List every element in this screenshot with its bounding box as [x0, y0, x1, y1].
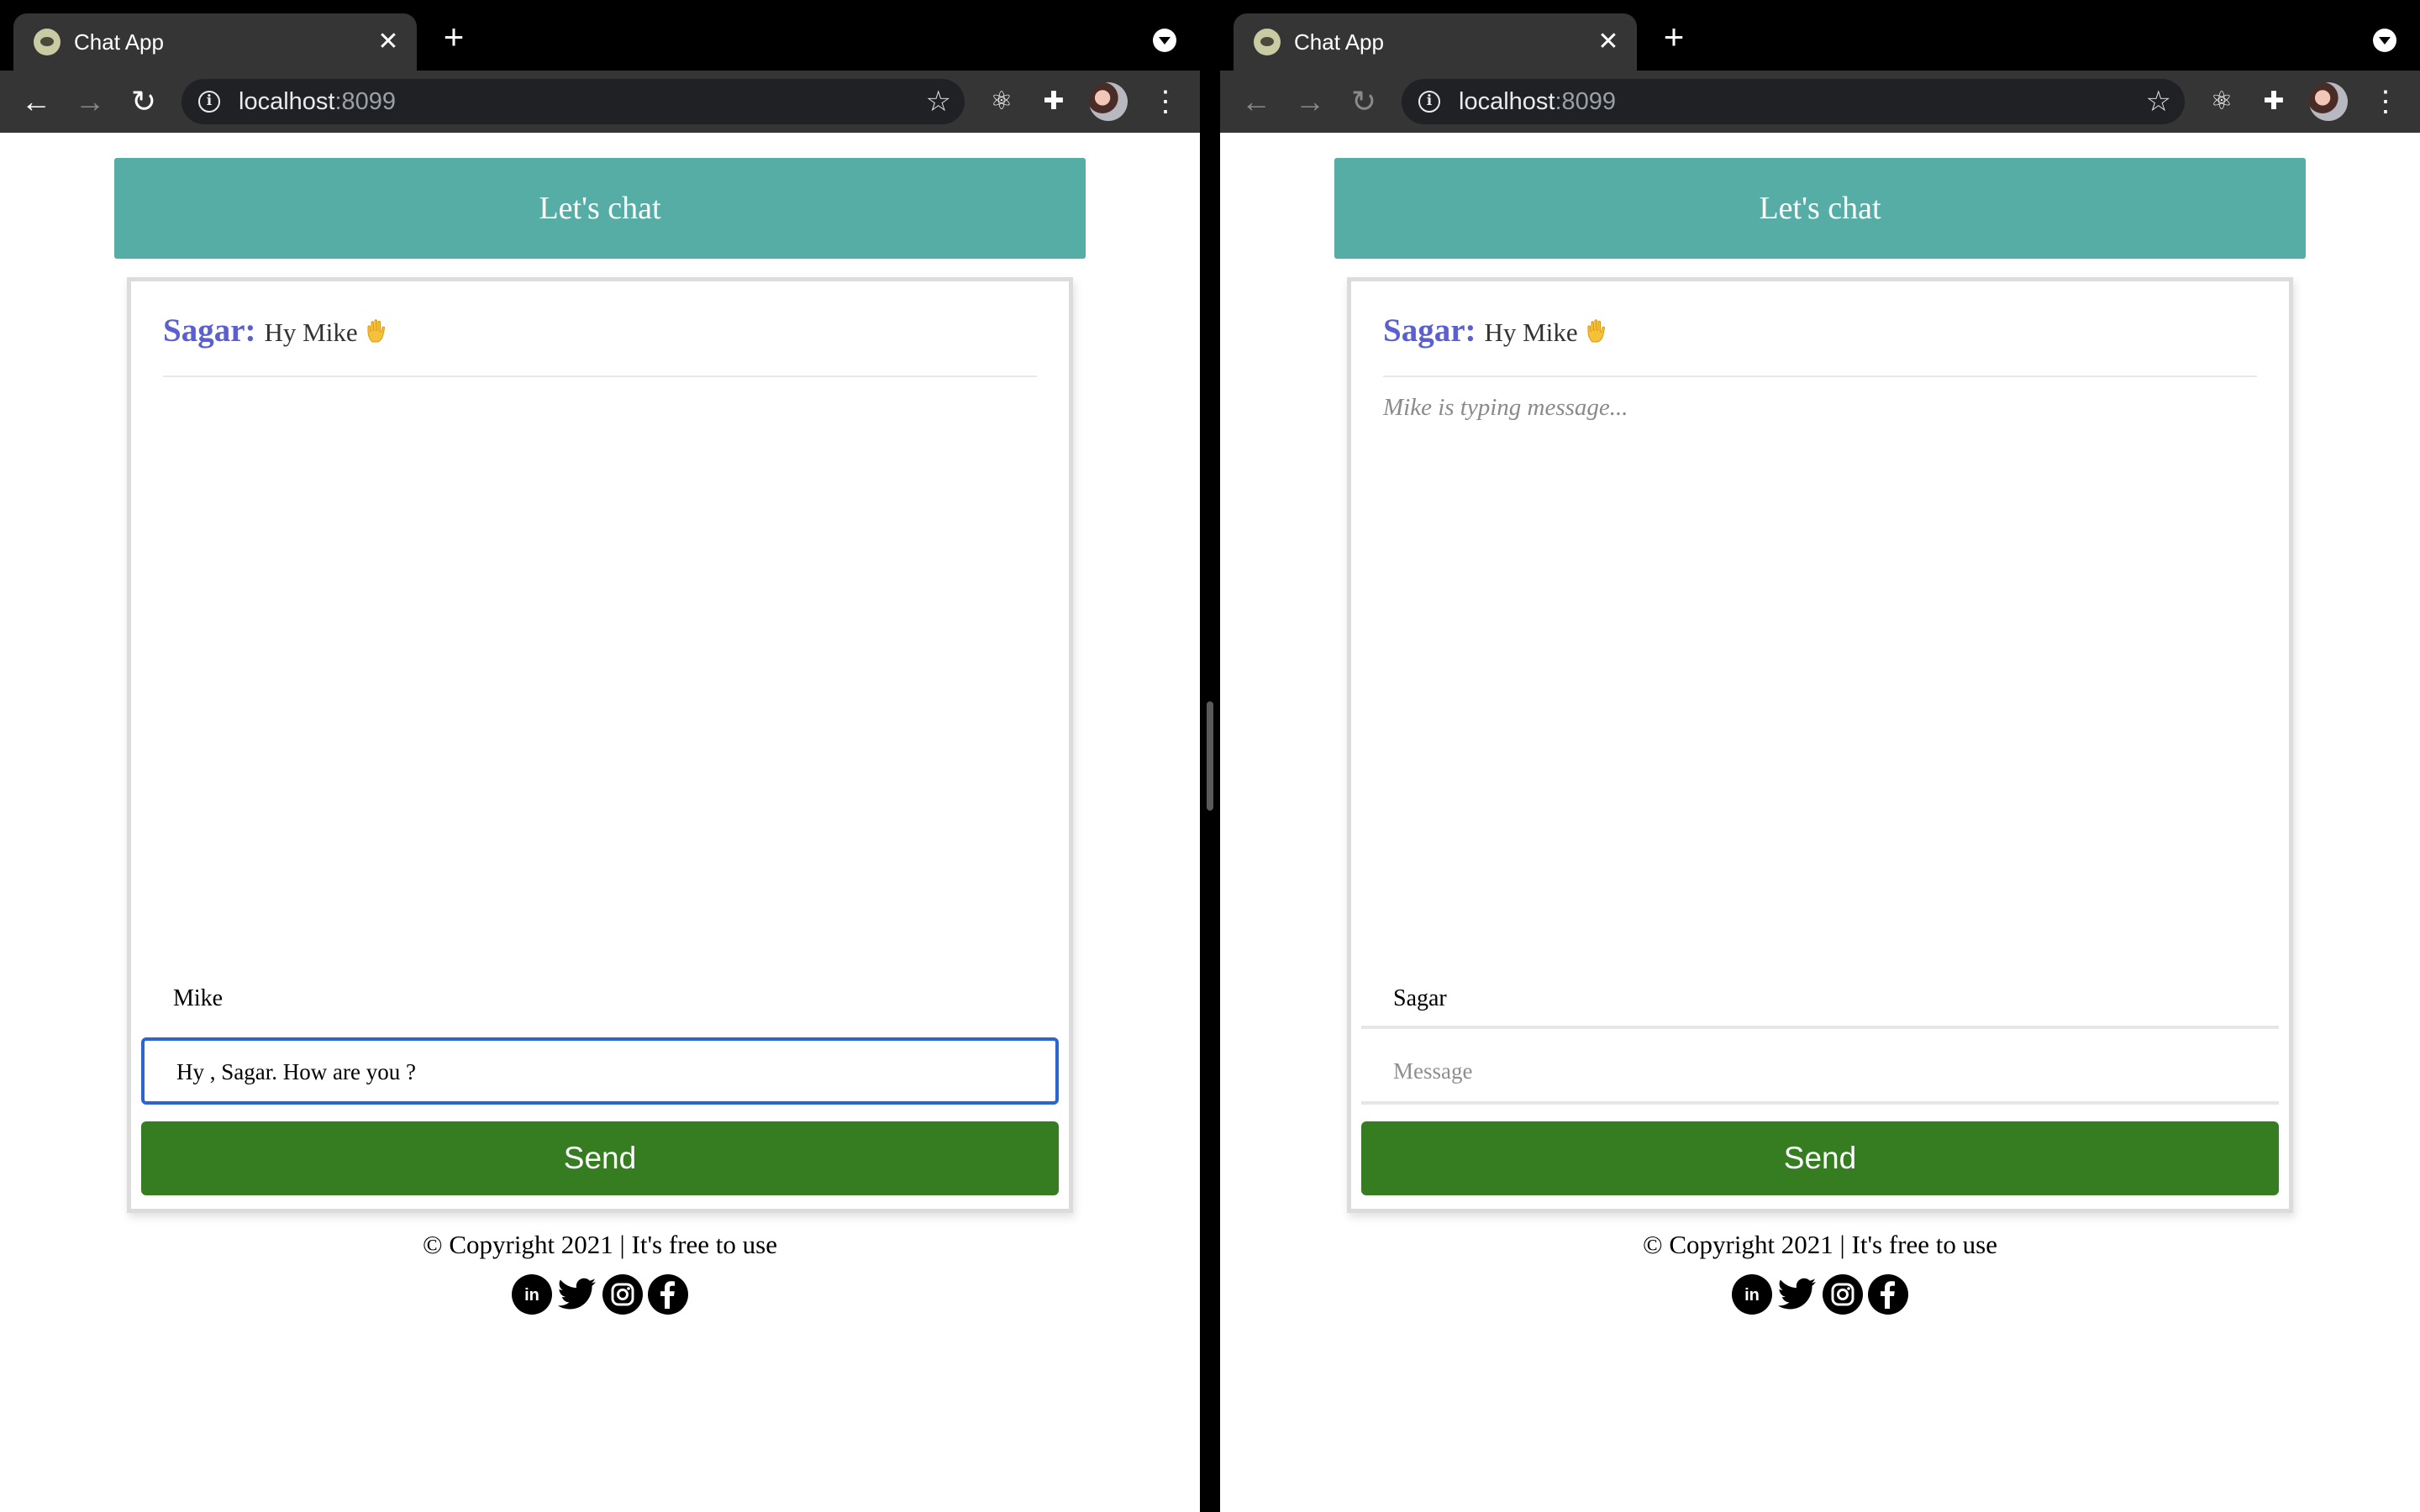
instagram-icon[interactable] — [602, 1273, 644, 1315]
chat-message: Sagar: Hy Mike — [1383, 312, 1610, 349]
linkedin-icon[interactable]: in — [1731, 1273, 1773, 1315]
site-info-icon[interactable]: i — [198, 91, 220, 113]
forward-arrow-icon[interactable]: → — [1289, 81, 1331, 123]
tab-title: Chat App — [74, 29, 164, 55]
facebook-icon[interactable] — [1867, 1273, 1909, 1315]
close-tab-icon[interactable]: ✕ — [371, 25, 405, 59]
browser-toolbar: ← → ↻ i localhost:8099 ☆ ⚛ ✚ ⋮ — [0, 71, 1200, 133]
profile-avatar[interactable] — [1089, 82, 1128, 121]
address-bar[interactable]: i localhost:8099 ☆ — [182, 79, 965, 124]
name-input[interactable]: Sagar — [1361, 969, 2279, 1029]
browser-tab[interactable]: Chat App ✕ — [1234, 13, 1637, 71]
url-port: :8099 — [334, 88, 397, 115]
chat-header: Let's chat — [114, 158, 1086, 259]
tab-title: Chat App — [1294, 29, 1384, 55]
chat-favicon-icon — [34, 29, 60, 55]
browser-menu-icon[interactable]: ⋮ — [2371, 82, 2400, 121]
url-host: localhost — [239, 88, 335, 115]
tab-strip: Chat App ✕ + — [1220, 0, 2420, 71]
tab-search-icon[interactable] — [1153, 29, 1176, 52]
bookmark-star-icon[interactable]: ☆ — [2146, 85, 2171, 118]
url-host: localhost — [1459, 88, 1555, 115]
extensions-puzzle-icon[interactable]: ✚ — [2255, 82, 2292, 121]
name-input[interactable]: Mike — [141, 969, 1059, 1029]
raised-hand-icon — [1587, 319, 1605, 343]
chat-message: Sagar: Hy Mike — [163, 312, 390, 349]
message-divider — [1383, 375, 2257, 377]
send-button[interactable]: Send — [141, 1121, 1059, 1195]
footer-copyright: © Copyright 2021 | It's free to use — [1643, 1230, 1997, 1259]
profile-avatar[interactable] — [2309, 82, 2348, 121]
url-text: localhost:8099 — [1459, 87, 1616, 116]
chat-card: Sagar: Hy Mike Mike Hy , Sagar. How are … — [127, 277, 1073, 1213]
message-input[interactable]: Message — [1361, 1037, 2279, 1105]
message-username: Sagar: — [163, 312, 256, 349]
split-resize-handle[interactable] — [1207, 701, 1213, 811]
extensions-puzzle-icon[interactable]: ✚ — [1035, 82, 1072, 121]
typing-indicator: Mike is typing message... — [1383, 394, 1628, 421]
chat-card: Sagar: Hy Mike Mike is typing message...… — [1347, 277, 2293, 1213]
chat-page: Let's chat Sagar: Hy Mike Mike Hy , Saga… — [0, 133, 1200, 1512]
page-title: Let's chat — [1759, 191, 1881, 226]
url-port: :8099 — [1555, 88, 1617, 115]
twitter-icon[interactable] — [1776, 1273, 1818, 1315]
facebook-icon[interactable] — [647, 1273, 689, 1315]
reload-icon[interactable]: ↻ — [1343, 81, 1385, 123]
back-arrow-icon[interactable]: ← — [15, 81, 57, 123]
social-links: in — [0, 1273, 1200, 1315]
footer-copyright: © Copyright 2021 | It's free to use — [423, 1230, 777, 1259]
react-devtools-icon[interactable]: ⚛ — [2203, 82, 2240, 121]
url-text: localhost:8099 — [239, 87, 396, 116]
message-input[interactable]: Hy , Sagar. How are you ? — [141, 1037, 1059, 1105]
instagram-icon[interactable] — [1822, 1273, 1864, 1315]
browser-tab[interactable]: Chat App ✕ — [13, 13, 417, 71]
new-tab-button[interactable]: + — [435, 19, 472, 57]
svg-text:in: in — [524, 1286, 539, 1305]
linkedin-icon[interactable]: in — [511, 1273, 553, 1315]
twitter-icon[interactable] — [556, 1273, 598, 1315]
close-tab-icon[interactable]: ✕ — [1591, 25, 1625, 59]
browser-window-left: Chat App ✕ + ← → ↻ i localhost:8099 ☆ ⚛ … — [0, 0, 1200, 1512]
browser-menu-icon[interactable]: ⋮ — [1151, 82, 1180, 121]
forward-arrow-icon[interactable]: → — [69, 81, 111, 123]
react-devtools-icon[interactable]: ⚛ — [983, 82, 1020, 121]
address-bar[interactable]: i localhost:8099 ☆ — [1402, 79, 2185, 124]
svg-text:in: in — [1744, 1286, 1760, 1305]
send-button[interactable]: Send — [1361, 1121, 2279, 1195]
chat-favicon-icon — [1254, 29, 1281, 55]
site-info-icon[interactable]: i — [1418, 91, 1440, 113]
chat-page: Let's chat Sagar: Hy Mike Mike is typing… — [1220, 133, 2420, 1512]
new-tab-button[interactable]: + — [1655, 19, 1692, 57]
tab-strip: Chat App ✕ + — [0, 0, 1200, 71]
back-arrow-icon[interactable]: ← — [1235, 81, 1277, 123]
social-links: in — [1220, 1273, 2420, 1315]
message-username: Sagar: — [1383, 312, 1476, 349]
chat-header: Let's chat — [1334, 158, 2306, 259]
bookmark-star-icon[interactable]: ☆ — [926, 85, 951, 118]
message-text: Hy Mike — [264, 318, 358, 347]
message-text: Hy Mike — [1484, 318, 1578, 347]
tab-search-icon[interactable] — [2373, 29, 2396, 52]
browser-window-right: Chat App ✕ + ← → ↻ i localhost:8099 ☆ ⚛ … — [1220, 0, 2420, 1512]
raised-hand-icon — [367, 319, 385, 343]
message-divider — [163, 375, 1037, 377]
browser-toolbar: ← → ↻ i localhost:8099 ☆ ⚛ ✚ ⋮ — [1220, 71, 2420, 133]
reload-icon[interactable]: ↻ — [123, 81, 165, 123]
page-title: Let's chat — [539, 191, 661, 226]
